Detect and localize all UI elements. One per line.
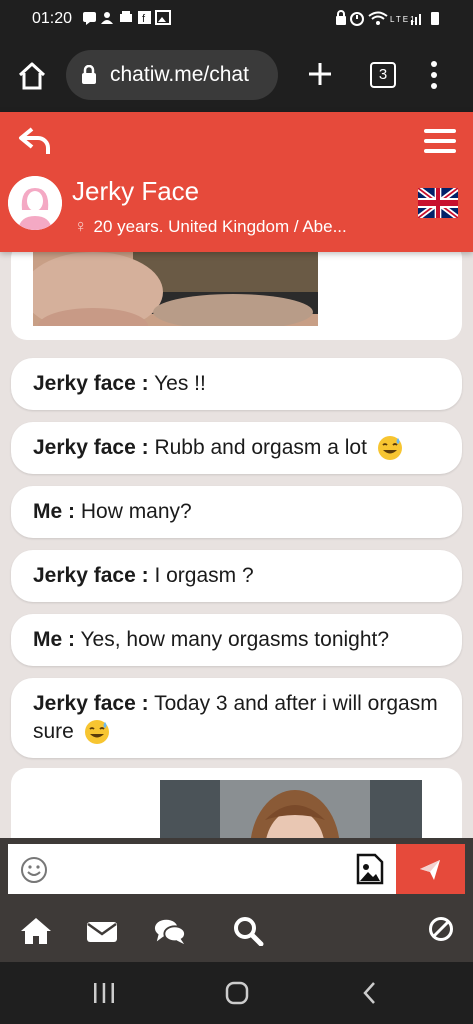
back-icon[interactable] — [18, 126, 52, 156]
image-message[interactable] — [11, 768, 462, 838]
message-bubble[interactable]: Jerky face : Yes !! — [11, 358, 462, 410]
block-icon[interactable] — [428, 916, 454, 942]
chats-icon[interactable] — [154, 916, 186, 946]
lock-icon — [82, 65, 96, 84]
message-sender: Jerky face : — [33, 436, 149, 459]
send-icon — [420, 860, 440, 880]
message-bubble[interactable]: Jerky face : Rubb and orgasm a lot — [11, 422, 462, 474]
shared-photo[interactable] — [160, 780, 422, 838]
mail-icon[interactable] — [86, 916, 118, 946]
message-input[interactable] — [58, 852, 352, 888]
sweat-smile-emoji-icon — [84, 720, 109, 745]
message-text: Yes !! — [154, 372, 206, 395]
android-home-icon[interactable] — [224, 980, 250, 1006]
avatar[interactable] — [8, 176, 62, 230]
url-text: chatiw.me/chat — [110, 63, 249, 86]
address-bar[interactable]: chatiw.me/chat — [66, 50, 278, 100]
sweat-smile-emoji-icon — [377, 436, 402, 461]
message-text: How many? — [80, 500, 192, 523]
message-composer — [0, 838, 473, 900]
notification-icons-svg: f — [83, 10, 171, 25]
bottom-navigation — [0, 900, 473, 962]
chat-partner-details: 20 years. United Kingdom / Abe... — [93, 217, 347, 236]
blurred-photo — [33, 252, 318, 326]
chat-partner-name: Jerky Face — [72, 176, 200, 206]
message-bubble[interactable]: Jerky face : I orgasm ? — [11, 550, 462, 602]
message-bubble[interactable]: Jerky face : Today 3 and after i will or… — [11, 678, 462, 758]
status-bar: 01:20 f LTE1 — [0, 0, 473, 38]
status-time: 01:20 — [32, 10, 73, 27]
notification-icons: f — [82, 10, 172, 29]
home-icon[interactable] — [20, 916, 52, 946]
message-sender: Jerky face : — [33, 564, 149, 587]
emoji-picker-icon[interactable] — [20, 856, 48, 884]
more-options-icon[interactable] — [426, 60, 442, 90]
message-text: Yes, how many orgasms tonight? — [80, 628, 390, 651]
image-message[interactable] — [11, 252, 462, 340]
system-icons-svg: LTE1 — [336, 10, 439, 26]
chat-area[interactable]: Jerky face : Yes !! Jerky face : Rubb an… — [0, 252, 473, 838]
recent-apps-icon[interactable] — [92, 982, 116, 1004]
message-text: Rubb and orgasm a lot — [154, 436, 367, 459]
system-icons: LTE1 — [335, 10, 445, 29]
browser-toolbar: chatiw.me/chat 3 — [0, 38, 473, 112]
new-tab-icon[interactable] — [306, 60, 334, 88]
message-bubble[interactable]: Me : How many? — [11, 486, 462, 538]
female-icon: ♀ — [74, 216, 88, 236]
female-avatar-icon — [8, 176, 62, 230]
shared-photo[interactable] — [33, 252, 318, 326]
browser-home-icon[interactable] — [16, 60, 48, 92]
message-bubble[interactable]: Me : Yes, how many orgasms tonight? — [11, 614, 462, 666]
chat-header: Jerky Face ♀ 20 years. United Kingdom / A… — [0, 112, 473, 252]
send-button[interactable] — [396, 844, 465, 894]
attach-image-icon[interactable] — [356, 853, 384, 885]
message-sender: Jerky face : — [33, 692, 149, 715]
composer-box — [8, 844, 396, 894]
search-icon[interactable] — [232, 916, 264, 946]
android-nav-bar — [0, 962, 473, 1024]
chat-partner-info: ♀ 20 years. United Kingdom / Abe... — [74, 216, 347, 237]
message-text: I orgasm ? — [154, 564, 254, 587]
uk-flag-icon — [418, 188, 458, 218]
android-back-icon[interactable] — [360, 980, 380, 1006]
message-sender: Me : — [33, 500, 75, 523]
message-sender: Me : — [33, 628, 75, 651]
svg-text:f: f — [142, 13, 147, 25]
message-sender: Jerky face : — [33, 372, 149, 395]
portrait-photo — [160, 780, 422, 838]
tab-count-button[interactable]: 3 — [370, 62, 396, 88]
hamburger-menu-icon[interactable] — [424, 128, 456, 154]
